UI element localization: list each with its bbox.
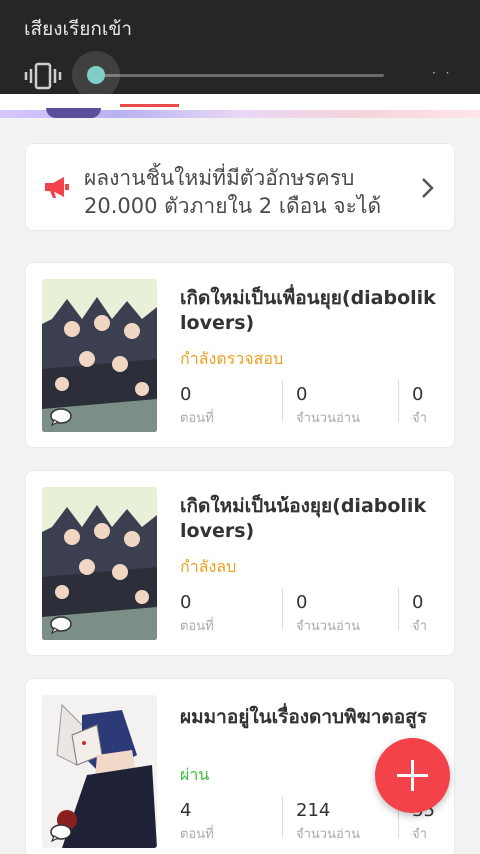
stat-label: ตอนที่ [180,619,214,634]
story-title[interactable]: เกิดใหม่เป็นน้องยุย(diabolik lovers) [180,494,445,544]
volume-panel: เสียงเรียกเข้า · · [0,0,480,99]
story-title[interactable]: เกิดใหม่เป็นเพื่อนยุย(diabolik lovers) [180,286,445,336]
banner-art-shape [46,108,101,118]
comment-icon [50,408,72,426]
stat-third: 0 จำ [412,384,427,428]
story-status: กำลังตรวจสอบ [180,349,284,368]
story-cover[interactable] [42,487,157,640]
story-title[interactable]: ผมมาอยู่ในเรื่องดาบพิฆาตอสูร [180,705,445,730]
stat-label: จำ [412,411,427,426]
stat-label: จำนวนอ่าน [296,827,360,842]
stat-value: 0 [180,592,192,613]
stat-label: จำนวนอ่าน [296,619,360,634]
comment-icon [50,616,72,634]
stat-value: 4 [180,800,192,821]
volume-slider-track[interactable] [96,74,384,77]
stat-third: 0 จำ [412,592,427,636]
announcement-card[interactable]: ผลงานชิ้นใหม่ที่มีตัวอักษรครบ 20.000 ตัว… [25,143,455,231]
stat-reads: 214 จำนวนอ่าน [296,800,360,844]
stat-reads: 0 จำนวนอ่าน [296,592,360,636]
top-banner [0,94,480,118]
stat-episodes: 0 ตอนที่ [180,384,214,428]
story-status: ผ่าน [180,765,210,784]
add-story-button[interactable] [375,738,450,813]
comment-icon [50,824,72,842]
stat-value: 0 [180,384,192,405]
megaphone-icon [45,177,69,198]
story-card[interactable]: เกิดใหม่เป็นเพื่อนยุย(diabolik lovers) ก… [25,262,455,448]
active-tab-indicator [120,104,179,107]
stat-divider [398,380,399,422]
stat-divider [282,588,283,630]
stat-reads: 0 จำนวนอ่าน [296,384,360,428]
stat-value: 0 [412,384,424,405]
stat-divider [398,588,399,630]
story-cover[interactable] [42,279,157,432]
story-cover[interactable] [42,695,157,848]
stat-label: จำนวนอ่าน [296,411,360,426]
stat-label: ตอนที่ [180,411,214,426]
stat-label: ตอนที่ [180,827,214,842]
stat-label: จำ [412,619,427,634]
volume-title: เสียงเรียกเข้า [24,18,132,40]
volume-slider-thumb[interactable] [87,66,105,84]
stat-divider [282,380,283,422]
stat-episodes: 4 ตอนที่ [180,800,214,844]
stat-label: จำ [412,827,427,842]
chevron-right-icon[interactable] [420,176,436,200]
announcement-text: ผลงานชิ้นใหม่ที่มีตัวอักษรครบ 20.000 ตัว… [84,166,382,218]
vibrate-icon[interactable] [24,62,62,90]
more-dots-icon[interactable]: · · [432,66,452,80]
stat-value: 0 [412,592,424,613]
story-card[interactable]: เกิดใหม่เป็นน้องยุย(diabolik lovers) กำล… [25,470,455,656]
stat-divider [282,796,283,838]
stat-value: 0 [296,384,308,405]
story-status: กำลังลบ [180,557,237,576]
stat-value: 214 [296,800,331,821]
stat-value: 0 [296,592,308,613]
stat-episodes: 0 ตอนที่ [180,592,214,636]
